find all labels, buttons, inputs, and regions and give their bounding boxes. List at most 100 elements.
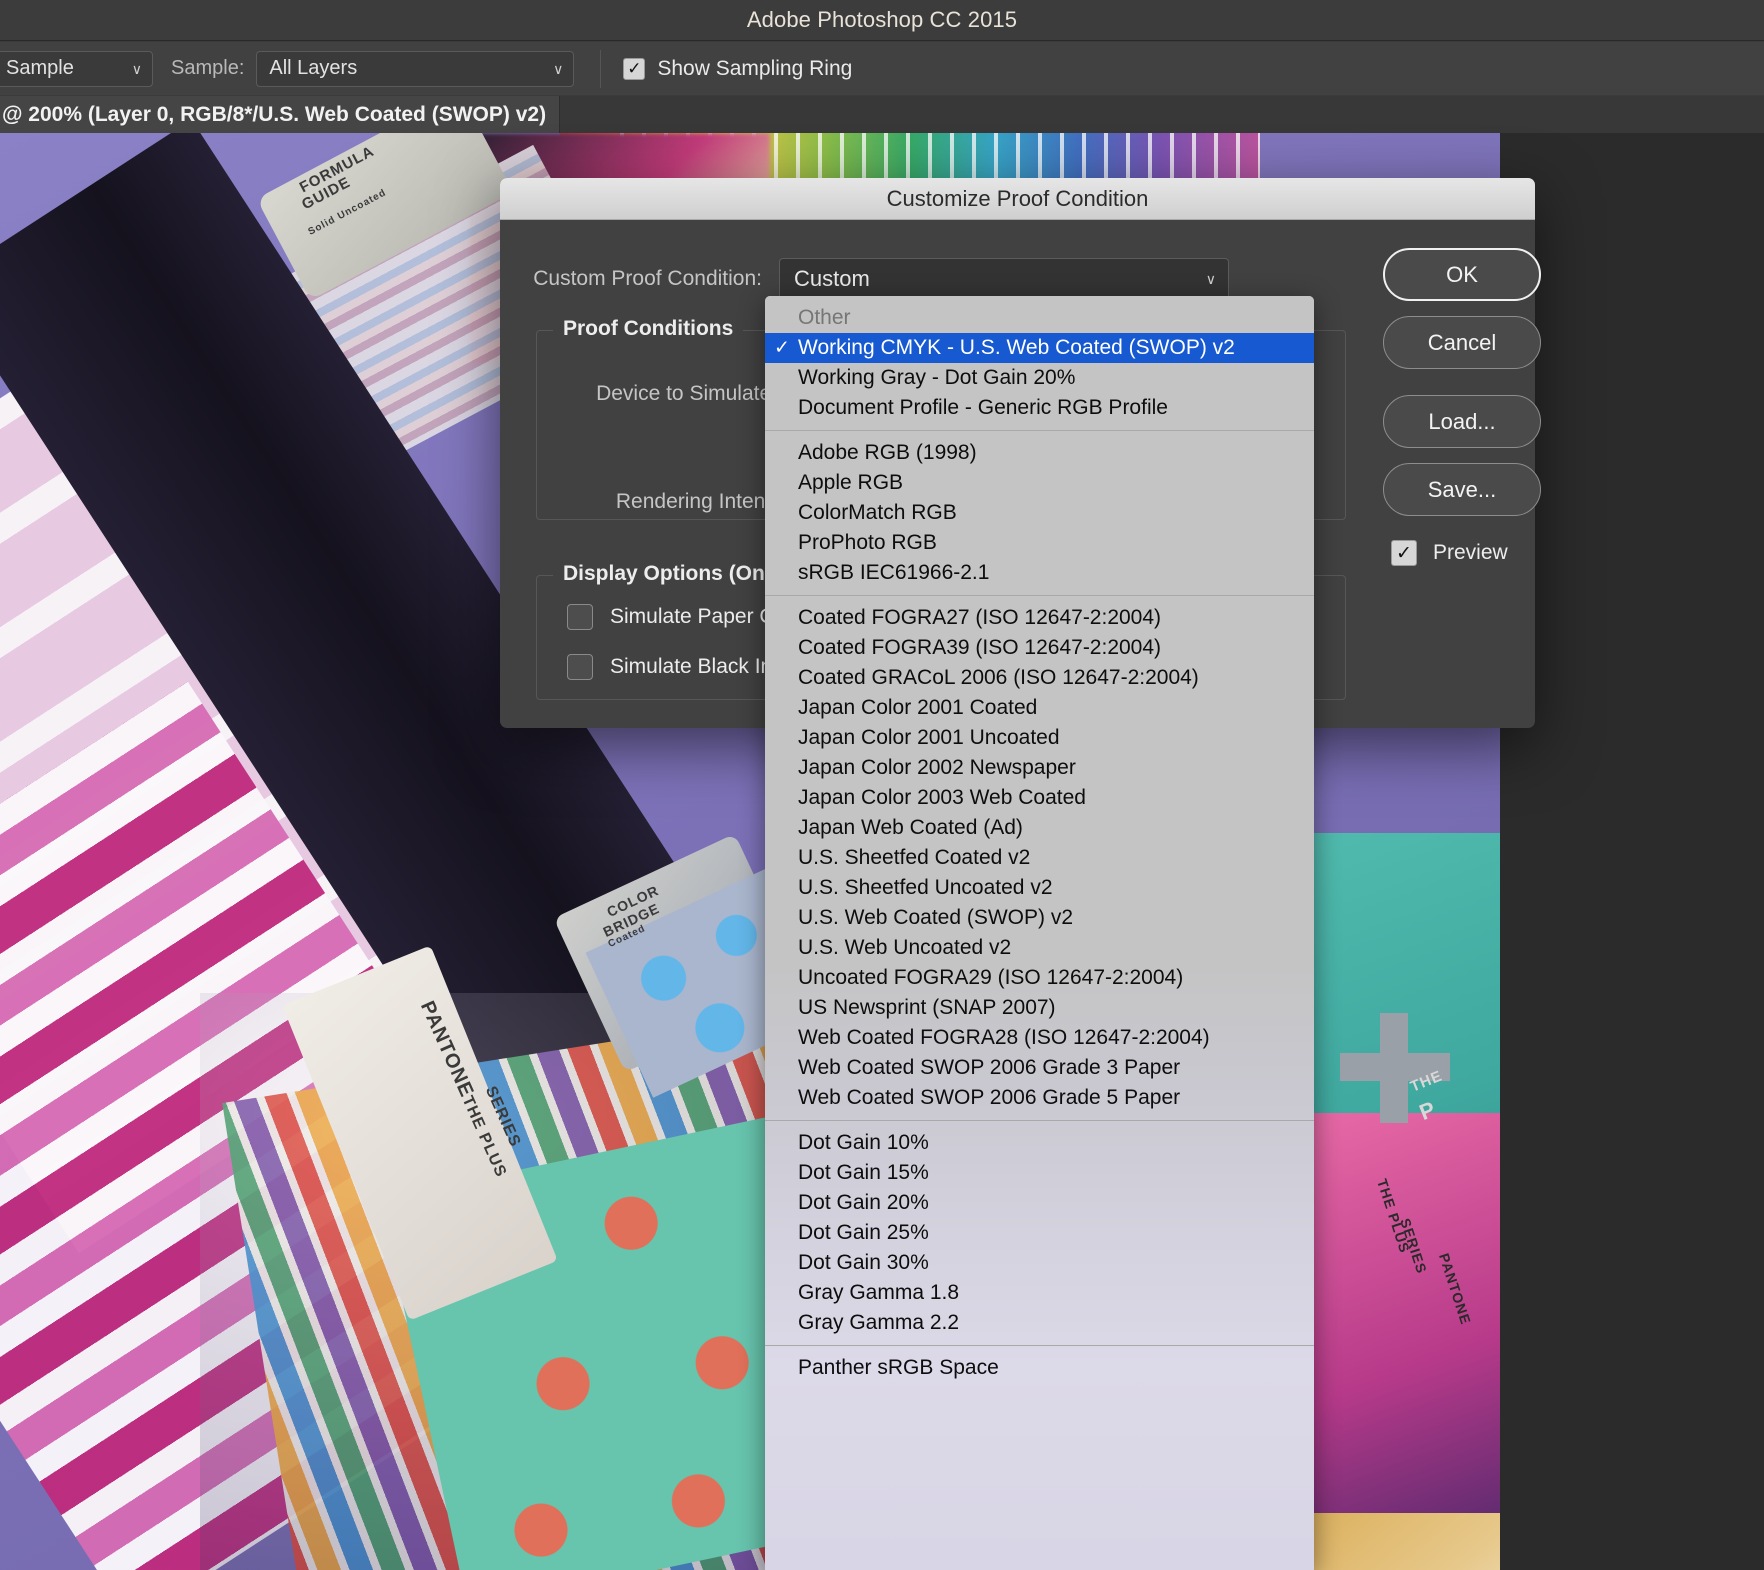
dropdown-item[interactable]: ✓Working CMYK - U.S. Web Coated (SWOP) v… bbox=[765, 333, 1314, 363]
dropdown-item-label: Coated FOGRA39 (ISO 12647-2:2004) bbox=[798, 636, 1161, 660]
dropdown-item-label: U.S. Web Uncoated v2 bbox=[798, 936, 1011, 960]
dropdown-item[interactable]: U.S. Web Uncoated v2 bbox=[765, 933, 1314, 963]
dropdown-item-label: Working Gray - Dot Gain 20% bbox=[798, 366, 1075, 390]
dropdown-item-list: Other ✓Working CMYK - U.S. Web Coated (SW… bbox=[765, 296, 1314, 1383]
dropdown-separator bbox=[765, 1345, 1314, 1346]
dropdown-separator bbox=[765, 1120, 1314, 1121]
dropdown-item-label: Gray Gamma 1.8 bbox=[798, 1281, 959, 1305]
dropdown-separator bbox=[765, 430, 1314, 431]
dropdown-item-label: ProPhoto RGB bbox=[798, 531, 937, 555]
dropdown-item-label: U.S. Sheetfed Coated v2 bbox=[798, 846, 1030, 870]
checkbox-checked-icon: ✓ bbox=[623, 58, 645, 80]
toolbar-divider bbox=[600, 50, 601, 88]
dropdown-item[interactable]: Adobe RGB (1998) bbox=[765, 438, 1314, 468]
dropdown-item-label: Gray Gamma 2.2 bbox=[798, 1311, 959, 1335]
dropdown-item[interactable]: U.S. Web Coated (SWOP) v2 bbox=[765, 903, 1314, 933]
dropdown-item[interactable]: US Newsprint (SNAP 2007) bbox=[765, 993, 1314, 1023]
dropdown-item[interactable]: Gray Gamma 1.8 bbox=[765, 1278, 1314, 1308]
dropdown-item-label: Japan Color 2001 Uncoated bbox=[798, 726, 1060, 750]
dropdown-item[interactable]: Japan Color 2001 Uncoated bbox=[765, 723, 1314, 753]
dropdown-item[interactable]: Japan Color 2002 Newspaper bbox=[765, 753, 1314, 783]
dropdown-item[interactable]: Web Coated SWOP 2006 Grade 5 Paper bbox=[765, 1083, 1314, 1113]
sample-mode-value: Sample bbox=[6, 57, 74, 80]
dropdown-item[interactable]: Coated FOGRA39 (ISO 12647-2:2004) bbox=[765, 633, 1314, 663]
photoshop-window: Adobe Photoshop CC 2015 Sample ∨ Sample:… bbox=[0, 0, 1764, 1570]
chevron-down-icon: ∨ bbox=[553, 62, 563, 76]
proof-conditions-legend: Proof Conditions bbox=[553, 317, 743, 341]
sample-label: Sample: bbox=[171, 57, 244, 80]
dropdown-item[interactable]: U.S. Sheetfed Uncoated v2 bbox=[765, 873, 1314, 903]
dropdown-item-label: Other bbox=[798, 306, 851, 330]
dropdown-item[interactable]: Japan Web Coated (Ad) bbox=[765, 813, 1314, 843]
dropdown-item[interactable]: Panther sRGB Space bbox=[765, 1353, 1314, 1383]
document-tab-title: @ 200% (Layer 0, RGB/8*/U.S. Web Coated … bbox=[2, 103, 546, 127]
custom-proof-condition-label: Custom Proof Condition: bbox=[500, 267, 762, 291]
dropdown-item-label: Web Coated SWOP 2006 Grade 5 Paper bbox=[798, 1086, 1180, 1110]
preview-checkbox[interactable]: ✓ Preview bbox=[1383, 540, 1541, 566]
dropdown-item-label: Adobe RGB (1998) bbox=[798, 441, 977, 465]
dropdown-item-label: US Newsprint (SNAP 2007) bbox=[798, 996, 1056, 1020]
dropdown-item[interactable]: Japan Color 2003 Web Coated bbox=[765, 783, 1314, 813]
dropdown-item-label: ColorMatch RGB bbox=[798, 501, 957, 525]
dropdown-item[interactable]: Dot Gain 25% bbox=[765, 1218, 1314, 1248]
dialog-button-column: OK Cancel Load... Save... ✓ Preview bbox=[1383, 248, 1541, 566]
dropdown-item-label: Document Profile - Generic RGB Profile bbox=[798, 396, 1168, 420]
dropdown-item-label: Uncoated FOGRA29 (ISO 12647-2:2004) bbox=[798, 966, 1183, 990]
dropdown-item-label: Japan Web Coated (Ad) bbox=[798, 816, 1023, 840]
dropdown-item[interactable]: ProPhoto RGB bbox=[765, 528, 1314, 558]
dropdown-item[interactable]: Japan Color 2001 Coated bbox=[765, 693, 1314, 723]
ok-button[interactable]: OK bbox=[1383, 248, 1541, 301]
document-tab-strip bbox=[560, 96, 1764, 133]
dropdown-item[interactable]: Web Coated FOGRA28 (ISO 12647-2:2004) bbox=[765, 1023, 1314, 1053]
checkbox-unchecked-icon bbox=[567, 654, 593, 680]
preview-label: Preview bbox=[1433, 541, 1508, 565]
options-bar: Sample ∨ Sample: All Layers ∨ ✓ Show Sam… bbox=[0, 42, 1764, 95]
dropdown-item-label: U.S. Web Coated (SWOP) v2 bbox=[798, 906, 1073, 930]
dropdown-item[interactable]: sRGB IEC61966-2.1 bbox=[765, 558, 1314, 588]
dropdown-item-label: Dot Gain 15% bbox=[798, 1161, 929, 1185]
dropdown-item[interactable]: Dot Gain 15% bbox=[765, 1158, 1314, 1188]
sample-mode-select[interactable]: Sample ∨ bbox=[0, 51, 153, 87]
dropdown-item[interactable]: Coated FOGRA27 (ISO 12647-2:2004) bbox=[765, 603, 1314, 633]
dropdown-item[interactable]: Coated GRACoL 2006 (ISO 12647-2:2004) bbox=[765, 663, 1314, 693]
dropdown-item-label: Dot Gain 30% bbox=[798, 1251, 929, 1275]
dropdown-item-label: Panther sRGB Space bbox=[798, 1356, 999, 1380]
dropdown-item[interactable]: Gray Gamma 2.2 bbox=[765, 1308, 1314, 1338]
custom-proof-condition-row: Custom Proof Condition: Custom ∨ bbox=[500, 258, 1360, 300]
dropdown-item[interactable]: Apple RGB bbox=[765, 468, 1314, 498]
show-sampling-ring-checkbox[interactable]: ✓ Show Sampling Ring bbox=[623, 57, 852, 81]
dropdown-item[interactable]: Uncoated FOGRA29 (ISO 12647-2:2004) bbox=[765, 963, 1314, 993]
dropdown-item-label: Web Coated FOGRA28 (ISO 12647-2:2004) bbox=[798, 1026, 1210, 1050]
dropdown-item-label: Coated GRACoL 2006 (ISO 12647-2:2004) bbox=[798, 666, 1199, 690]
cancel-button[interactable]: Cancel bbox=[1383, 316, 1541, 369]
dropdown-item[interactable]: Working Gray - Dot Gain 20% bbox=[765, 363, 1314, 393]
save-button[interactable]: Save... bbox=[1383, 463, 1541, 516]
dropdown-item-label: Dot Gain 20% bbox=[798, 1191, 929, 1215]
sample-layers-value: All Layers bbox=[269, 57, 357, 80]
document-tab[interactable]: @ 200% (Layer 0, RGB/8*/U.S. Web Coated … bbox=[0, 96, 560, 133]
custom-proof-condition-select[interactable]: Custom ∨ bbox=[779, 258, 1229, 300]
chevron-down-icon: ∨ bbox=[1206, 272, 1216, 286]
dropdown-item[interactable]: Document Profile - Generic RGB Profile bbox=[765, 393, 1314, 423]
simulate-black-ink-label: Simulate Black Ink bbox=[610, 655, 783, 679]
chevron-down-icon: ∨ bbox=[132, 62, 142, 76]
dropdown-group-header: Other bbox=[765, 303, 1314, 333]
device-to-simulate-label: Device to Simulate: bbox=[537, 382, 777, 406]
device-to-simulate-dropdown-menu[interactable]: Other ✓Working CMYK - U.S. Web Coated (SW… bbox=[765, 296, 1314, 1570]
dropdown-separator bbox=[765, 595, 1314, 596]
dropdown-item[interactable]: Dot Gain 10% bbox=[765, 1128, 1314, 1158]
app-title-bar: Adobe Photoshop CC 2015 bbox=[0, 0, 1764, 41]
check-icon: ✓ bbox=[774, 339, 790, 358]
load-button[interactable]: Load... bbox=[1383, 395, 1541, 448]
dropdown-item[interactable]: ColorMatch RGB bbox=[765, 498, 1314, 528]
dropdown-item[interactable]: Dot Gain 20% bbox=[765, 1188, 1314, 1218]
dropdown-item-label: U.S. Sheetfed Uncoated v2 bbox=[798, 876, 1053, 900]
checkbox-unchecked-icon bbox=[567, 604, 593, 630]
simulate-black-ink-checkbox[interactable]: Simulate Black Ink bbox=[567, 654, 783, 680]
sample-layers-select[interactable]: All Layers ∨ bbox=[256, 51, 574, 87]
app-title: Adobe Photoshop CC 2015 bbox=[747, 7, 1017, 33]
custom-proof-condition-value: Custom bbox=[794, 266, 870, 292]
dropdown-item[interactable]: U.S. Sheetfed Coated v2 bbox=[765, 843, 1314, 873]
dropdown-item[interactable]: Web Coated SWOP 2006 Grade 3 Paper bbox=[765, 1053, 1314, 1083]
dropdown-item[interactable]: Dot Gain 30% bbox=[765, 1248, 1314, 1278]
